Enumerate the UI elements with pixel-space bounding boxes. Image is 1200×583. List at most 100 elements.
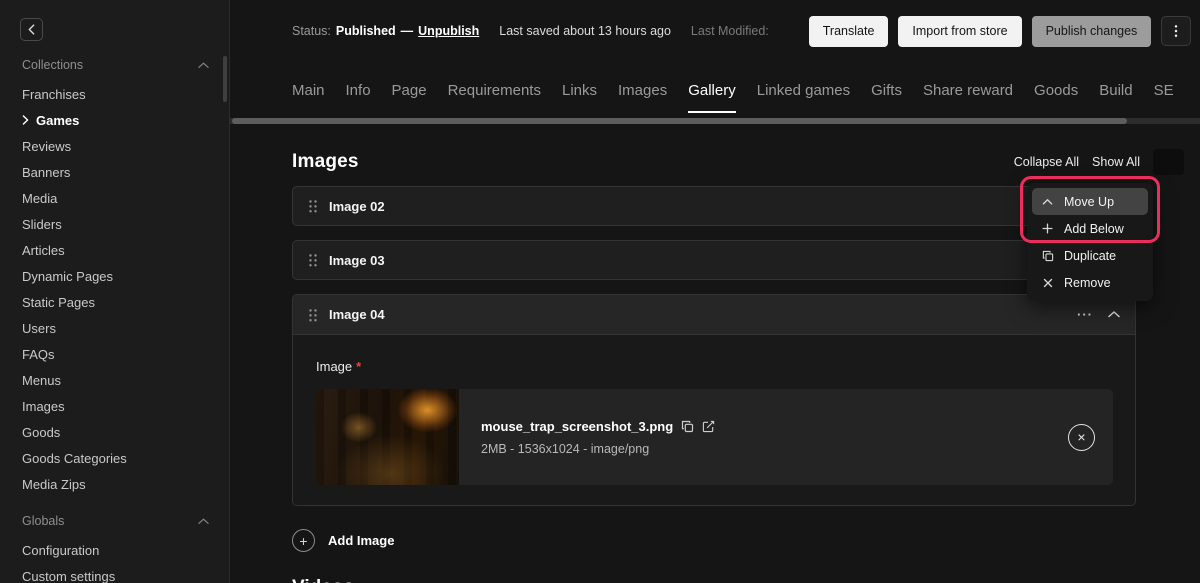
tab-share-reward[interactable]: Share reward xyxy=(923,62,1013,118)
tab-page[interactable]: Page xyxy=(392,62,427,118)
tab-info[interactable]: Info xyxy=(346,62,371,118)
sidebar-item-label: Images xyxy=(22,399,65,414)
status-value: Published xyxy=(336,24,396,38)
plus-glyph: + xyxy=(299,534,307,548)
sidebar-item-dynamic-pages[interactable]: Dynamic Pages xyxy=(0,263,229,289)
tab-main[interactable]: Main xyxy=(292,62,325,118)
drag-handle-icon[interactable] xyxy=(308,253,318,267)
plus-icon: + xyxy=(292,529,315,552)
sidebar-item-label: Menus xyxy=(22,373,61,388)
sidebar-item-static-pages[interactable]: Static Pages xyxy=(0,289,229,315)
tab-linked-games[interactable]: Linked games xyxy=(757,62,850,118)
publish-changes-button[interactable]: Publish changes xyxy=(1032,16,1152,47)
globals-header[interactable]: Globals xyxy=(0,512,229,530)
tab-build[interactable]: Build xyxy=(1099,62,1132,118)
tab-gallery[interactable]: Gallery xyxy=(688,62,736,118)
images-header-actions: Collapse All Show All xyxy=(1014,149,1184,175)
gallery-row-label: Image 04 xyxy=(329,307,385,322)
sidebar-item-label: FAQs xyxy=(22,347,55,362)
tab-goods[interactable]: Goods xyxy=(1034,62,1078,118)
menu-item-add-below[interactable]: Add Below xyxy=(1032,215,1148,242)
menu-item-label: Move Up xyxy=(1064,195,1114,209)
show-all-link[interactable]: Show All xyxy=(1092,155,1140,169)
gallery-row-image-04-header[interactable]: Image 04 ··· xyxy=(293,295,1135,335)
sidebar-item-media-zips[interactable]: Media Zips xyxy=(0,471,229,497)
add-image-label: Add Image xyxy=(328,533,394,548)
topbar: Status: Published — Unpublish Last saved… xyxy=(230,0,1200,62)
tab-requirements[interactable]: Requirements xyxy=(448,62,541,118)
menu-item-move-up[interactable]: Move Up xyxy=(1032,188,1148,215)
file-name: mouse_trap_screenshot_3.png xyxy=(481,419,673,434)
sidebar-item-franchises[interactable]: Franchises xyxy=(0,81,229,107)
back-button[interactable] xyxy=(20,18,43,41)
sidebar-item-label: Sliders xyxy=(22,217,62,232)
remove-file-button[interactable]: × xyxy=(1068,424,1095,451)
row-options-icon[interactable]: ··· xyxy=(1077,308,1093,321)
sidebar: Collections FranchisesGamesReviewsBanner… xyxy=(0,0,230,583)
sidebar-item-faqs[interactable]: FAQs xyxy=(0,341,229,367)
drag-handle-icon[interactable] xyxy=(308,199,318,213)
chevron-up-icon[interactable] xyxy=(1108,311,1120,318)
sidebar-item-users[interactable]: Users xyxy=(0,315,229,341)
file-name-row: mouse_trap_screenshot_3.png xyxy=(481,419,715,434)
chevron-up-icon[interactable] xyxy=(198,518,209,525)
unpublish-link[interactable]: Unpublish xyxy=(418,24,479,38)
gallery-row-image-03[interactable]: Image 03 xyxy=(292,240,1136,280)
sidebar-item-menus[interactable]: Menus xyxy=(0,367,229,393)
sidebar-item-goods-categories[interactable]: Goods Categories xyxy=(0,445,229,471)
sidebar-item-label: Users xyxy=(22,321,56,336)
tab-se[interactable]: SE xyxy=(1154,62,1174,118)
sidebar-item-goods[interactable]: Goods xyxy=(0,419,229,445)
sidebar-item-banners[interactable]: Banners xyxy=(0,159,229,185)
chevron-right-icon xyxy=(22,115,29,125)
collapse-all-link[interactable]: Collapse All xyxy=(1014,155,1079,169)
translate-button[interactable]: Translate xyxy=(809,16,889,47)
file-thumbnail[interactable] xyxy=(316,389,459,485)
sidebar-item-media[interactable]: Media xyxy=(0,185,229,211)
last-saved-text: Last saved about 13 hours ago xyxy=(499,24,671,38)
gallery-row-image-04: Image 04 ··· Image * mouse_trap_screensh… xyxy=(292,294,1136,506)
import-from-store-button[interactable]: Import from store xyxy=(898,16,1021,47)
globals-list: Configuration Custom settings xyxy=(0,537,229,583)
sidebar-item-articles[interactable]: Articles xyxy=(0,237,229,263)
sidebar-item-custom-settings[interactable]: Custom settings xyxy=(0,563,229,583)
drag-handle-icon[interactable] xyxy=(308,308,318,322)
edit-icon[interactable] xyxy=(702,420,715,433)
collections-header[interactable]: Collections xyxy=(0,56,229,74)
images-heading: Images xyxy=(292,151,359,173)
copy-icon[interactable] xyxy=(681,420,694,433)
tabs-scrollbar-track[interactable] xyxy=(230,118,1200,124)
kebab-menu-button[interactable] xyxy=(1161,16,1191,46)
collections-list: FranchisesGamesReviewsBannersMedia Slider… xyxy=(0,81,229,497)
tab-bar: Main Info Page Requirements Links Images Galle… xyxy=(230,62,1200,118)
gallery-row-image-02[interactable]: Image 02 xyxy=(292,186,1136,226)
tab-links[interactable]: Links xyxy=(562,62,597,118)
menu-item-duplicate[interactable]: Duplicate xyxy=(1032,242,1148,269)
status-group: Status: Published — Unpublish xyxy=(292,24,479,38)
file-meta: 2MB - 1536x1024 - image/png xyxy=(481,442,715,456)
sidebar-item-label: Configuration xyxy=(22,543,99,558)
tabs-scrollbar-thumb[interactable] xyxy=(232,118,1127,124)
tab-images[interactable]: Images xyxy=(618,62,667,118)
file-card: mouse_trap_screenshot_3.png 2MB - 1536x1… xyxy=(316,389,1113,485)
menu-item-label: Add Below xyxy=(1064,222,1124,236)
status-label: Status: xyxy=(292,24,331,38)
menu-item-label: Remove xyxy=(1064,276,1111,290)
chevron-up-icon[interactable] xyxy=(198,62,209,69)
sidebar-item-images[interactable]: Images xyxy=(0,393,229,419)
header-actions: Translate Import from store Publish chan… xyxy=(809,16,1192,47)
sidebar-item-label: Goods xyxy=(22,425,60,440)
sidebar-scrollbar[interactable] xyxy=(223,56,227,102)
gallery-row-label: Image 03 xyxy=(329,253,385,268)
sidebar-item-games[interactable]: Games xyxy=(0,107,229,133)
add-image-button[interactable]: + Add Image xyxy=(292,529,394,552)
tab-gifts[interactable]: Gifts xyxy=(871,62,902,118)
gallery-options-button[interactable] xyxy=(1153,149,1184,175)
sidebar-item-configuration[interactable]: Configuration xyxy=(0,537,229,563)
sidebar-item-sliders[interactable]: Sliders xyxy=(0,211,229,237)
menu-item-remove[interactable]: Remove xyxy=(1032,269,1148,296)
main-area: Status: Published — Unpublish Last saved… xyxy=(230,0,1200,583)
last-modified-label: Last Modified: xyxy=(691,24,769,38)
sidebar-item-reviews[interactable]: Reviews xyxy=(0,133,229,159)
image-field-label-row: Image * xyxy=(316,359,1113,374)
